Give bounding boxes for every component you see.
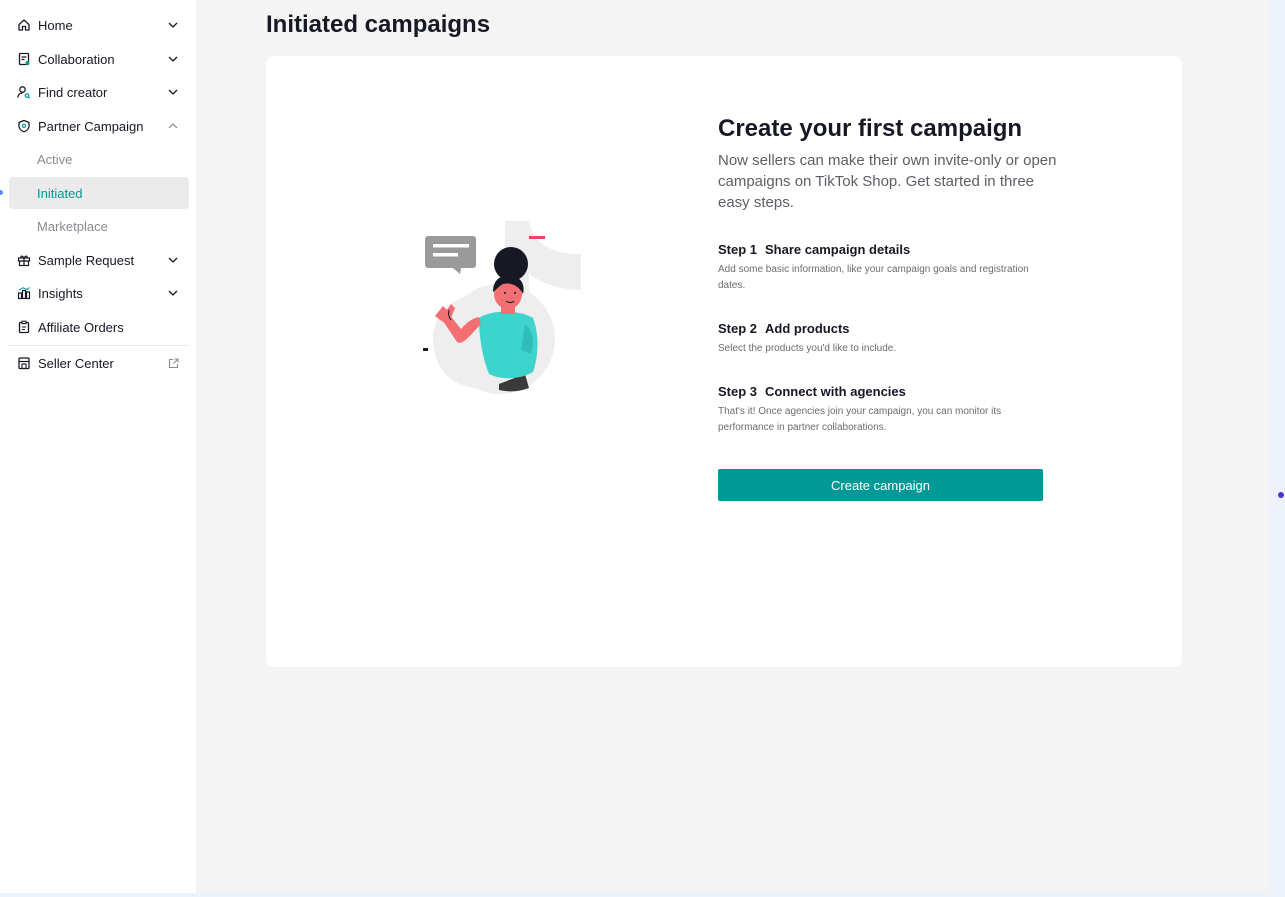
active-indicator-dot — [0, 190, 3, 195]
page-title: Initiated campaigns — [266, 11, 491, 38]
external-link-icon[interactable] — [166, 356, 180, 370]
step-description: Add some basic information, like your ca… — [718, 264, 1029, 291]
step-heading: Step 2 Add products — [718, 320, 1058, 338]
sidebar-item-collaboration[interactable]: Collaboration — [9, 43, 189, 75]
sidebar-item-label: Collaboration — [38, 51, 115, 67]
step-3: Step 3 Connect with agencies That's it! O… — [718, 383, 1058, 436]
step-heading: Step 1 Share campaign details — [718, 241, 1058, 259]
step-number: Step 2 — [718, 321, 758, 336]
shield-icon — [17, 119, 31, 133]
sidebar-item-seller-center[interactable]: Seller Center — [9, 347, 189, 379]
cursor-dot — [1278, 492, 1284, 498]
sidebar-subitem-initiated[interactable]: Initiated — [9, 177, 189, 209]
empty-state-description: Now sellers can make their own invite-on… — [718, 152, 1057, 211]
step-number: Step 3 — [718, 384, 758, 399]
user-search-icon — [17, 85, 31, 99]
chevron-down-icon[interactable] — [166, 18, 180, 32]
sidebar-item-label: Affiliate Orders — [38, 319, 124, 335]
chevron-down-icon[interactable] — [166, 85, 180, 99]
sidebar-item-label: Insights — [38, 285, 83, 301]
sidebar-subitem-label: Initiated — [37, 185, 83, 201]
home-icon — [17, 18, 31, 32]
empty-state-card: Create your first campaign Now sellers c… — [266, 56, 1182, 667]
step-title: Add products — [765, 321, 850, 336]
step-1: Step 1 Share campaign details Add some ba… — [718, 241, 1058, 294]
chevron-down-icon[interactable] — [166, 52, 180, 66]
create-campaign-button[interactable]: Create campaign — [718, 469, 1043, 501]
sidebar-item-label: Home — [38, 17, 73, 33]
step-description: Select the products you'd like to includ… — [718, 343, 897, 354]
sidebar-subitem-label: Marketplace — [37, 218, 108, 234]
sidebar: Home Collaboration Find creator Partner … — [0, 0, 196, 893]
chart-icon — [17, 286, 31, 300]
app-frame: Home Collaboration Find creator Partner … — [0, 0, 1270, 893]
chevron-down-icon[interactable] — [166, 253, 180, 267]
sidebar-item-label: Find creator — [38, 84, 108, 100]
sidebar-item-label: Seller Center — [38, 355, 114, 371]
empty-state-title: Create your first campaign — [718, 115, 1023, 142]
sidebar-divider — [9, 345, 189, 346]
chevron-up-icon[interactable] — [166, 119, 180, 133]
sidebar-item-insights[interactable]: Insights — [9, 277, 189, 309]
store-icon — [17, 356, 31, 370]
empty-state-content: Create your first campaign Now sellers c… — [718, 114, 1058, 436]
sidebar-item-affiliate-orders[interactable]: Affiliate Orders — [9, 311, 189, 343]
sidebar-subitem-active[interactable]: Active — [9, 143, 189, 175]
sidebar-item-home[interactable]: Home — [9, 9, 189, 41]
sidebar-subitem-marketplace[interactable]: Marketplace — [9, 210, 189, 242]
sidebar-subitem-label: Active — [37, 151, 73, 167]
sidebar-item-sample-request[interactable]: Sample Request — [9, 244, 189, 276]
sidebar-item-label: Sample Request — [38, 252, 135, 268]
step-2: Step 2 Add products Select the products y… — [718, 320, 1058, 357]
campaign-illustration — [423, 221, 581, 394]
step-title: Connect with agencies — [765, 384, 906, 399]
sidebar-item-find-creator[interactable]: Find creator — [9, 76, 189, 108]
clipboard-icon — [17, 320, 31, 334]
chevron-down-icon[interactable] — [166, 286, 180, 300]
sidebar-item-partner-campaign[interactable]: Partner Campaign — [9, 110, 189, 142]
sidebar-item-label: Partner Campaign — [38, 118, 144, 134]
step-number: Step 1 — [718, 242, 758, 257]
step-description: That's it! Once agencies join your campa… — [718, 406, 1002, 433]
document-icon — [17, 52, 31, 66]
gift-icon — [17, 253, 31, 267]
step-title: Share campaign details — [765, 242, 911, 257]
step-heading: Step 3 Connect with agencies — [718, 383, 1058, 401]
